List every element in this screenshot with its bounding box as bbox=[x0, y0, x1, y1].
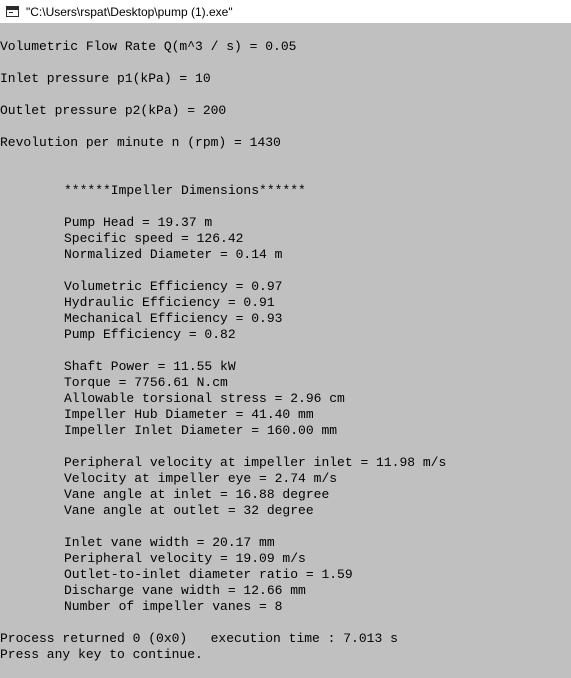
press-key-line: Press any key to continue. bbox=[0, 647, 203, 662]
rpm-line: Revolution per minute n (rpm) = 1430 bbox=[0, 135, 281, 150]
pump-efficiency-line: Pump Efficiency = 0.82 bbox=[64, 327, 236, 342]
console-window-icon bbox=[6, 6, 19, 17]
inlet-vane-angle-line: Vane angle at inlet = 16.88 degree bbox=[64, 487, 330, 502]
console-output[interactable]: Volumetric Flow Rate Q(m^3 / s) = 0.05 I… bbox=[0, 23, 571, 678]
discharge-vane-width-line: Discharge vane width = 12.66 mm bbox=[64, 583, 306, 598]
torsional-stress-line: Allowable torsional stress = 2.96 cm bbox=[64, 391, 345, 406]
process-returned-line: Process returned 0 (0x0) execution time … bbox=[0, 631, 398, 646]
mechanical-efficiency-line: Mechanical Efficiency = 0.93 bbox=[64, 311, 283, 326]
peripheral-velocity-line: Peripheral velocity = 19.09 m/s bbox=[64, 551, 306, 566]
inlet-peripheral-velocity-line: Peripheral velocity at impeller inlet = … bbox=[64, 455, 447, 470]
specific-speed-line: Specific speed = 126.42 bbox=[64, 231, 244, 246]
normalized-diameter-line: Normalized Diameter = 0.14 m bbox=[64, 247, 283, 262]
hydraulic-efficiency-line: Hydraulic Efficiency = 0.91 bbox=[64, 295, 275, 310]
inlet-diameter-line: Impeller Inlet Diameter = 160.00 mm bbox=[64, 423, 338, 438]
diameter-ratio-line: Outlet-to-inlet diameter ratio = 1.59 bbox=[64, 567, 353, 582]
vane-count-line: Number of impeller vanes = 8 bbox=[64, 599, 283, 614]
shaft-power-line: Shaft Power = 11.55 kW bbox=[64, 359, 236, 374]
hub-diameter-line: Impeller Hub Diameter = 41.40 mm bbox=[64, 407, 314, 422]
window-title: "C:\Users\rspat\Desktop\pump (1).exe" bbox=[26, 4, 233, 19]
flow-rate-line: Volumetric Flow Rate Q(m^3 / s) = 0.05 bbox=[0, 39, 297, 54]
torque-line: Torque = 7756.61 N.cm bbox=[64, 375, 228, 390]
volumetric-efficiency-line: Volumetric Efficiency = 0.97 bbox=[64, 279, 283, 294]
title-bar[interactable]: "C:\Users\rspat\Desktop\pump (1).exe" bbox=[0, 0, 571, 23]
outlet-vane-angle-line: Vane angle at outlet = 32 degree bbox=[64, 503, 314, 518]
pump-head-line: Pump Head = 19.37 m bbox=[64, 215, 213, 230]
inlet-vane-width-line: Inlet vane width = 20.17 mm bbox=[64, 535, 275, 550]
eye-velocity-line: Velocity at impeller eye = 2.74 m/s bbox=[64, 471, 338, 486]
outlet-pressure-line: Outlet pressure p2(kPa) = 200 bbox=[0, 103, 227, 118]
inlet-pressure-line: Inlet pressure p1(kPa) = 10 bbox=[0, 71, 211, 86]
section-heading: ******Impeller Dimensions****** bbox=[64, 183, 306, 198]
